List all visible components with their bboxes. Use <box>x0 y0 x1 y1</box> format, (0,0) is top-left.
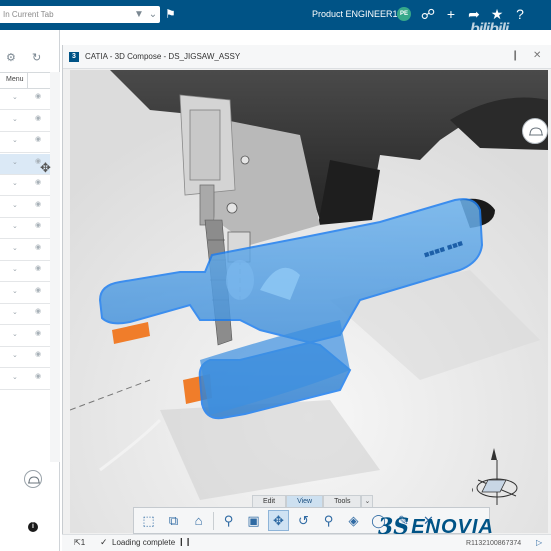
tree-row[interactable]: ⌄ ◉ <box>0 304 50 325</box>
tree-row[interactable]: ⌄ ◉ <box>0 326 50 347</box>
eye-icon[interactable]: ◉ <box>35 221 41 229</box>
close-window-icon[interactable]: ✕ <box>533 50 541 61</box>
3d-compass-icon[interactable] <box>472 440 532 510</box>
compass-notification-icon[interactable]: ☍ <box>420 6 436 22</box>
app-title: CATIA - 3D Compose - DS_JIGSAW_ASSY <box>85 52 241 61</box>
eye-icon[interactable]: ◉ <box>35 286 41 294</box>
pan-icon[interactable]: ✥ <box>268 510 289 531</box>
tree-row[interactable]: ⌄ ◉ <box>0 240 50 261</box>
zoom-area-icon[interactable]: ⚲ <box>318 510 339 531</box>
tree-row[interactable]: ⌄ ◉ <box>0 369 50 390</box>
tree-row[interactable]: ⌄ ◉ <box>0 218 50 239</box>
move-cursor-icon: ✥ <box>40 160 51 175</box>
tree-row[interactable]: ⌄ ◉ <box>0 175 50 196</box>
loading-status: Loading complete <box>112 538 176 547</box>
menu-column-label[interactable]: Menu <box>6 76 24 83</box>
add-icon[interactable]: + <box>443 6 459 22</box>
explode-icon[interactable]: ⧉ <box>163 510 184 531</box>
tree-row[interactable]: ⌄ ◉ <box>0 283 50 304</box>
chevron-down-icon[interactable]: ⌄ <box>12 244 18 252</box>
eye-icon[interactable]: ◉ <box>35 92 41 100</box>
chevron-down-icon[interactable]: ⌄ <box>12 136 18 144</box>
select-icon[interactable]: ⬚ <box>138 510 159 531</box>
version-label: R1132100867374 <box>466 540 522 547</box>
chevron-down-icon[interactable]: ⌄ <box>12 265 18 273</box>
chevron-down-icon[interactable]: ⌄ <box>12 308 18 316</box>
tree-row[interactable]: ⌄ ◉ <box>0 347 50 368</box>
rotate-icon[interactable]: ↺ <box>293 510 314 531</box>
eye-icon[interactable]: ◉ <box>35 264 41 272</box>
refresh-icon[interactable]: ↻ <box>32 51 41 64</box>
chevron-down-icon[interactable]: ⌄ <box>12 351 18 359</box>
chevron-down-icon[interactable]: ⌄ <box>12 93 18 101</box>
tree-row[interactable]: ⌄ ◉ <box>0 111 50 132</box>
share-icon[interactable]: ➦ <box>466 6 482 22</box>
chevron-down-icon[interactable]: ⌄ <box>361 495 374 507</box>
search-input[interactable]: In Current Tab <box>0 10 132 19</box>
status-bar: ⇱1 ✓ Loading complete ❙❙ R1132100867374 … <box>62 534 551 551</box>
chevron-down-icon[interactable]: ⌄ <box>12 373 18 381</box>
avatar[interactable]: PE <box>397 7 411 21</box>
eye-icon[interactable]: ◉ <box>35 200 41 208</box>
view-mode-icon[interactable]: ◈ <box>343 510 364 531</box>
chevron-down-icon[interactable]: ⌄ <box>12 115 18 123</box>
zoom-icon[interactable]: ⚲ <box>218 510 239 531</box>
tree-row[interactable]: ⌄ ◉ <box>0 261 50 282</box>
community-icon[interactable]: ★ <box>489 6 505 22</box>
eye-icon[interactable]: ◉ <box>35 372 41 380</box>
toolbar-tabs: Edit View Tools ⌄ <box>252 495 374 507</box>
chevron-down-icon[interactable]: ⌄ <box>12 222 18 230</box>
pin-icon[interactable]: ❙ <box>511 50 519 61</box>
eye-icon[interactable]: ◉ <box>35 350 41 358</box>
settings-icon[interactable]: ⚙ <box>6 51 16 64</box>
check-icon: ✓ <box>100 537 108 547</box>
helmet-view-icon[interactable] <box>522 118 548 144</box>
catia-logo-icon: 3 <box>69 52 79 62</box>
panel-toolbar: ⚙ ↻ <box>0 48 60 68</box>
eye-icon[interactable]: ◉ <box>35 243 41 251</box>
tab-view[interactable]: View <box>286 495 324 507</box>
chevron-down-icon[interactable]: ⌄ <box>12 287 18 295</box>
eye-icon[interactable]: ◉ <box>35 135 41 143</box>
eye-icon[interactable]: ◉ <box>35 307 41 315</box>
help-icon[interactable]: ? <box>512 6 528 22</box>
selection-count: ⇱1 <box>74 538 86 547</box>
tab-edit[interactable]: Edit <box>252 495 287 507</box>
chevron-down-icon[interactable]: ⌄ <box>12 330 18 338</box>
chevron-down-icon[interactable]: ⌄ <box>12 158 18 166</box>
helmet-icon[interactable] <box>24 470 42 488</box>
cube-view-icon[interactable]: ▣ <box>243 510 264 531</box>
search-box[interactable]: In Current Tab ▼ ⌄ <box>0 6 160 23</box>
column-header: Menu <box>0 72 50 89</box>
home-view-icon[interactable]: ⌂ <box>188 510 209 531</box>
scrollbar[interactable] <box>50 72 60 462</box>
top-bar: In Current Tab ▼ ⌄ ⚑ Product ENGINEER1 P… <box>0 0 551 38</box>
user-product-label[interactable]: Product ENGINEER1 <box>312 9 398 19</box>
info-icon[interactable]: i <box>28 522 38 532</box>
filter-icon[interactable]: ▼ <box>132 6 146 23</box>
eye-icon[interactable]: ◉ <box>35 178 41 186</box>
pause-icon[interactable]: ❙❙ <box>178 537 191 546</box>
app-title-bar: 3 CATIA - 3D Compose - DS_JIGSAW_ASSY ❙ … <box>63 45 551 69</box>
left-panel: ⚙ ↻ Menu ⌄ ◉ ⌄ ◉ ⌄ ◉ ⌄ ◉ ⌄ ◉ ⌄ ◉ ⌄ ◉ ⌄ ◉ ⌄ ◉ ⌄ ◉ ⌄ ◉ ⌄ ◉ ⌄ ◉ ⌄ ◉ i <box>0 30 60 551</box>
watermark: bilibili <box>470 21 509 38</box>
expand-icon[interactable]: ▷ <box>536 538 542 547</box>
eye-icon[interactable]: ◉ <box>35 329 41 337</box>
tag-icon[interactable]: ⚑ <box>165 7 176 21</box>
chevron-down-icon[interactable]: ⌄ <box>12 201 18 209</box>
tree-row[interactable]: ⌄ ◉ <box>0 132 50 153</box>
chevron-down-icon[interactable]: ⌄ <box>146 6 160 23</box>
tree-row[interactable]: ⌄ ◉ <box>0 89 50 110</box>
tab-tools[interactable]: Tools <box>323 495 362 507</box>
chevron-down-icon[interactable]: ⌄ <box>12 179 18 187</box>
eye-icon[interactable]: ◉ <box>35 114 41 122</box>
tree-row[interactable]: ⌄ ◉ <box>0 197 50 218</box>
